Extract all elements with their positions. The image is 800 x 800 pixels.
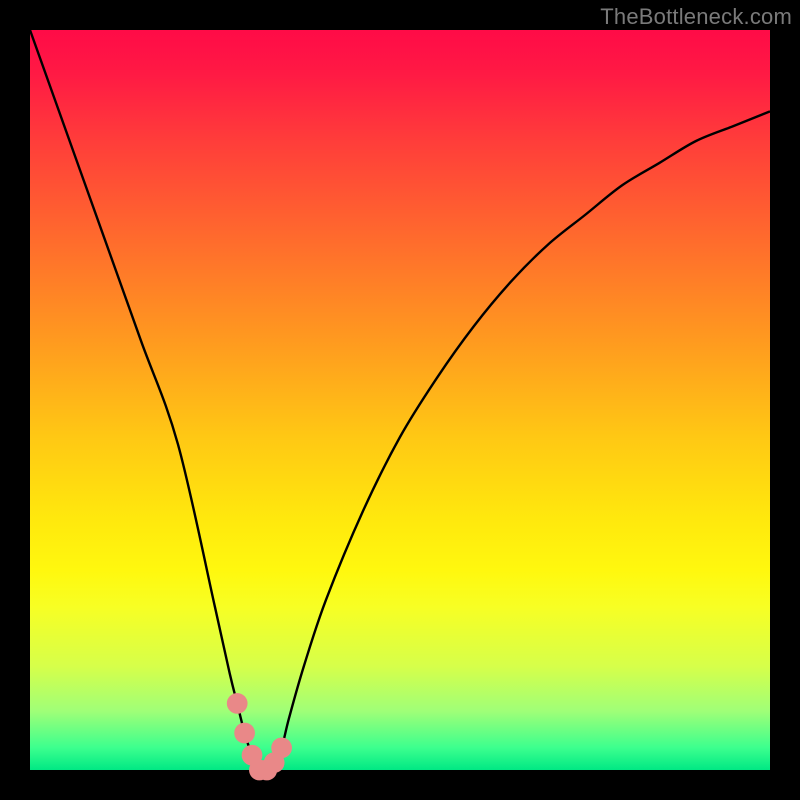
- curve-knot: [271, 737, 292, 758]
- curve-knot: [227, 693, 248, 714]
- plot-area: [30, 30, 770, 770]
- bottleneck-curve: [30, 30, 770, 770]
- curve-path: [30, 30, 770, 771]
- chart-frame: TheBottleneck.com: [0, 0, 800, 800]
- watermark-text: TheBottleneck.com: [600, 4, 792, 30]
- curve-knot: [234, 723, 255, 744]
- curve-knots: [227, 693, 292, 780]
